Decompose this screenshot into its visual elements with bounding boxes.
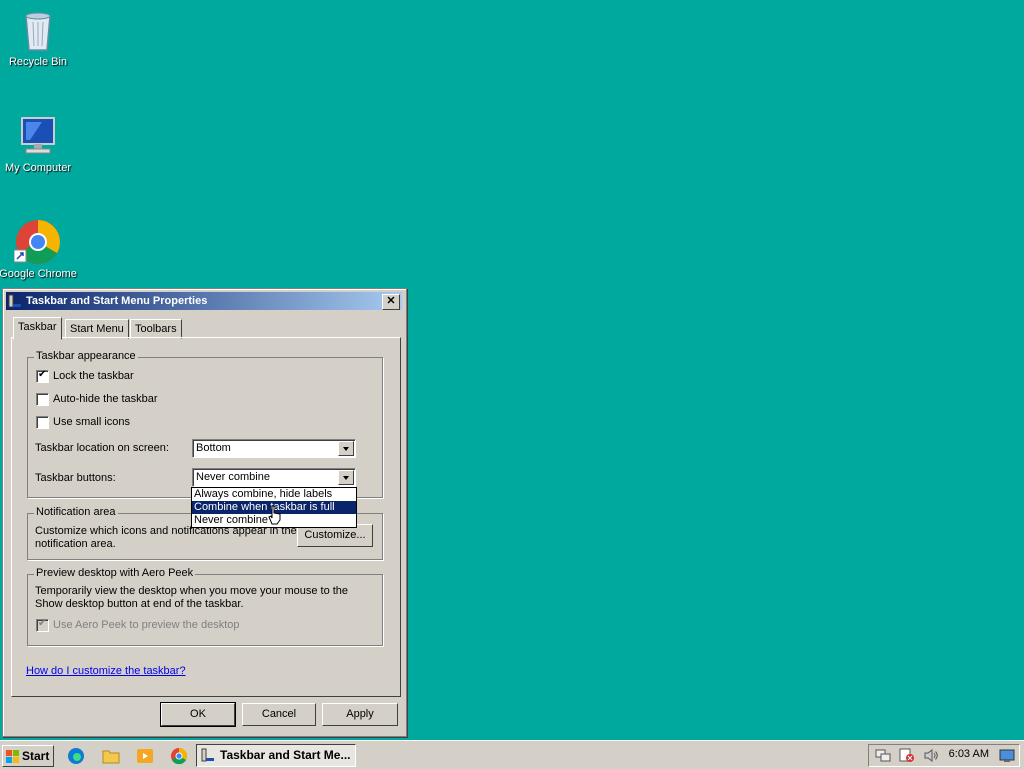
folder-icon[interactable] — [102, 747, 120, 765]
cancel-button[interactable]: Cancel — [242, 703, 316, 726]
group-title: Preview desktop with Aero Peek — [34, 567, 196, 579]
chevron-down-icon[interactable] — [338, 441, 354, 456]
computer-icon — [14, 112, 62, 160]
notification-desc-line2: notification area. — [35, 538, 116, 550]
aero-peek-label: Use Aero Peek to preview the desktop — [53, 619, 240, 631]
chrome-icon[interactable] — [170, 747, 188, 765]
taskbar-window-button[interactable]: Taskbar and Start Me... — [196, 744, 356, 767]
taskbar-properties-icon — [8, 294, 22, 308]
group-title: Notification area — [34, 506, 118, 518]
desktop-icon-label: Recycle Bin — [8, 56, 68, 68]
lock-taskbar-checkbox[interactable] — [36, 369, 49, 383]
buttons-label: Taskbar buttons: — [35, 472, 116, 484]
mouse-pointer-icon — [268, 505, 282, 525]
windows-logo-icon — [6, 749, 19, 763]
recycle-bin-icon — [14, 6, 62, 54]
location-value: Bottom — [196, 442, 231, 454]
buttons-value: Never combine — [196, 471, 270, 483]
taskbar-properties-icon — [201, 748, 215, 762]
chrome-icon — [13, 218, 62, 266]
volume-icon[interactable] — [923, 748, 939, 763]
taskbar: Start Taskbar and Start Me... 6:03 AM — [0, 740, 1024, 769]
clock[interactable]: 6:03 AM — [949, 748, 989, 760]
aero-peek-checkbox — [36, 618, 49, 632]
autohide-label[interactable]: Auto-hide the taskbar — [53, 393, 158, 405]
dropdown-option[interactable]: Always combine, hide labels — [192, 488, 356, 501]
apply-button[interactable]: Apply — [322, 703, 398, 726]
tab-start-menu[interactable]: Start Menu — [65, 319, 129, 339]
desktop-icon-my-computer[interactable]: My Computer — [0, 112, 78, 174]
small-icons-label[interactable]: Use small icons — [53, 416, 130, 428]
show-desktop-icon[interactable] — [999, 748, 1015, 763]
help-link[interactable]: How do I customize the taskbar? — [26, 665, 186, 677]
small-icons-checkbox[interactable] — [36, 416, 49, 429]
ok-button[interactable]: OK — [160, 702, 236, 727]
dialog-title: Taskbar and Start Menu Properties — [26, 295, 208, 307]
tab-toolbars[interactable]: Toolbars — [130, 319, 182, 339]
media-player-icon[interactable] — [136, 747, 154, 765]
desktop-icon-label: My Computer — [4, 162, 72, 174]
chevron-down-icon[interactable] — [338, 470, 354, 485]
system-tray: 6:03 AM — [868, 744, 1020, 767]
close-button[interactable]: ✕ — [382, 294, 400, 310]
desktop-icon-recycle-bin[interactable]: Recycle Bin — [0, 6, 78, 68]
start-label: Start — [22, 749, 50, 763]
desktop-icon-label: Google Chrome — [0, 268, 77, 280]
edge-icon[interactable] — [67, 747, 85, 765]
tab-taskbar[interactable]: Taskbar — [13, 317, 62, 340]
dialog-titlebar[interactable]: Taskbar and Start Menu Properties ✕ — [6, 292, 402, 310]
autohide-checkbox[interactable] — [36, 393, 49, 406]
taskbar-window-label: Taskbar and Start Me... — [220, 748, 351, 762]
desktop-icon-google-chrome[interactable]: Google Chrome — [0, 218, 78, 280]
network-icon[interactable] — [875, 748, 891, 763]
start-button[interactable]: Start — [2, 745, 54, 767]
aero-desc-line1: Temporarily view the desktop when you mo… — [35, 585, 349, 597]
location-select[interactable]: Bottom — [192, 439, 356, 458]
aero-desc-line2: Show desktop button at end of the taskba… — [35, 598, 244, 610]
group-title: Taskbar appearance — [34, 350, 138, 362]
action-center-icon[interactable] — [899, 748, 915, 763]
buttons-select[interactable]: Never combine — [192, 468, 356, 487]
lock-taskbar-label[interactable]: Lock the taskbar — [53, 370, 134, 382]
location-label: Taskbar location on screen: — [35, 442, 169, 454]
